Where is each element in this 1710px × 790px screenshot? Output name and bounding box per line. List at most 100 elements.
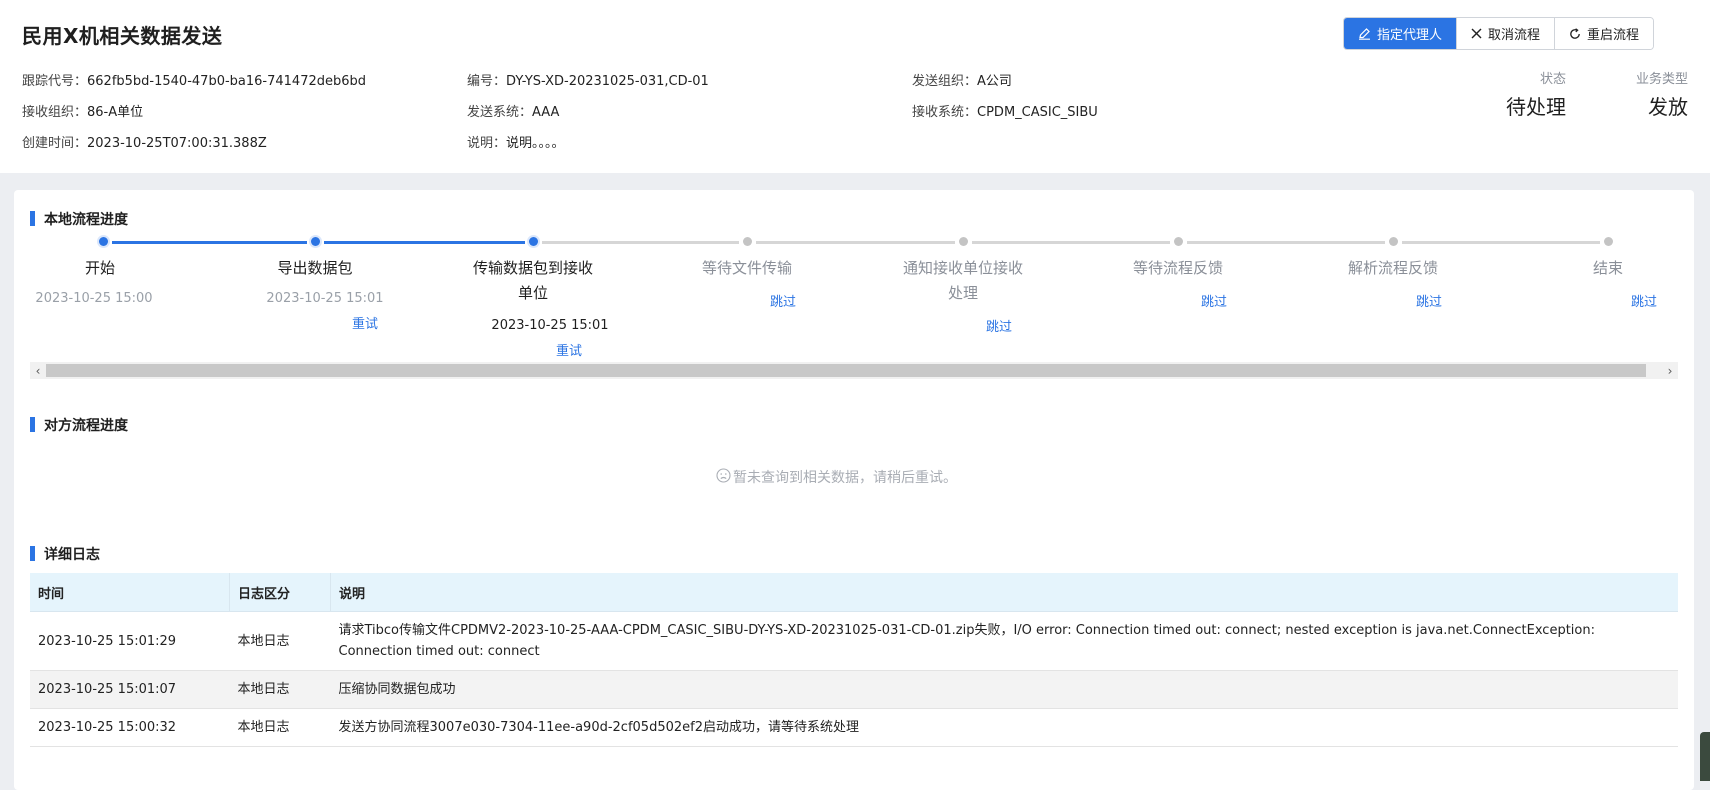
restart-process-button[interactable]: 重启流程 [1554, 18, 1654, 49]
row-kind: 本地日志 [229, 708, 331, 747]
recv-org-field: 接收组织：86-A单位 [22, 101, 143, 120]
close-icon [1471, 28, 1482, 39]
tracking-code-label: 跟踪代号： [22, 74, 88, 89]
scroll-right-icon[interactable]: › [1662, 362, 1678, 379]
status-stat: 状态 待处理 [1470, 68, 1566, 120]
log-table: 时间 日志区分 说明 2023-10-25 15:01:29 本地日志 请求Ti… [30, 573, 1678, 747]
assign-agent-label: 指定代理人 [1377, 28, 1443, 43]
description-field: 说明：说明。。。。 [467, 132, 565, 151]
step-dot [743, 237, 752, 246]
recv-system-field: 接收系统：CPDM_CASIC_SIBU [912, 101, 1098, 120]
step-title-line: 处理 [947, 284, 978, 302]
step-skip-link[interactable]: 跳过 [1416, 291, 1442, 310]
step-connector [972, 241, 1170, 244]
step-time: 2023-10-25 15:00 [35, 291, 153, 306]
step-title: 等待流程反馈 [1132, 259, 1223, 277]
detail-log-title: 详细日志 [30, 544, 100, 564]
column-header-time[interactable]: 时间 [30, 573, 230, 612]
step-skip-link[interactable]: 跳过 [1631, 291, 1657, 310]
scroll-left-icon[interactable]: ‹ [30, 362, 46, 379]
step-retry-link[interactable]: 重试 [352, 313, 378, 332]
description-value: 说明。。。。 [506, 136, 565, 151]
step-connector [1187, 241, 1385, 244]
page-header: 民用X机相关数据发送 指定代理人 取消流程 重启流程 跟踪代号：662fb5bd… [0, 0, 1710, 173]
recv-org-value: 86-A单位 [87, 105, 144, 120]
table-row[interactable]: 2023-10-25 15:00:32 本地日志 发送方协同流程3007e030… [30, 708, 1678, 747]
steps-scrollbar[interactable]: ‹ › [30, 362, 1678, 379]
description-label: 说明： [467, 136, 507, 151]
number-label: 编号： [467, 74, 507, 89]
row-desc: 发送方协同流程3007e030-7304-11ee-a90d-2cf05d502… [330, 708, 1678, 747]
step-dot [1389, 237, 1398, 246]
local-progress-title: 本地流程进度 [30, 209, 128, 229]
step-title-line: 传输数据包到接收 [472, 259, 593, 277]
recv-system-value: CPDM_CASIC_SIBU [977, 105, 1098, 120]
step-title: 开始 [84, 259, 115, 277]
empty-text: 暂未查询到相关数据，请稍后重试。 [733, 470, 957, 486]
step-skip-link[interactable]: 跳过 [770, 291, 796, 310]
created-time-field: 创建时间：2023-10-25T07:00:31.388Z [22, 132, 267, 151]
restart-process-label: 重启流程 [1587, 28, 1640, 43]
assign-agent-button[interactable]: 指定代理人 [1344, 18, 1457, 49]
step-dot [311, 237, 320, 246]
step-title: 传输数据包到接收 单位 [458, 256, 608, 306]
scrollbar-thumb[interactable] [46, 364, 1646, 377]
step-title: 解析流程反馈 [1347, 259, 1438, 277]
number-value: DY-YS-XD-20231025-031,CD-01 [506, 74, 709, 89]
step-retry-link[interactable]: 重试 [556, 340, 582, 359]
created-time-value: 2023-10-25T07:00:31.388Z [87, 136, 267, 151]
send-system-label: 发送系统： [467, 105, 533, 120]
send-system-value: AAA [532, 105, 560, 120]
step-dot [529, 237, 538, 246]
cancel-process-button[interactable]: 取消流程 [1456, 18, 1555, 49]
recv-system-label: 接收系统： [912, 105, 978, 120]
step-title: 导出数据包 [277, 259, 353, 277]
column-header-desc[interactable]: 说明 [330, 573, 1678, 612]
edit-icon [1358, 27, 1371, 40]
step-title: 等待文件传输 [701, 259, 792, 277]
row-time: 2023-10-25 15:01:29 [30, 611, 230, 671]
row-time: 2023-10-25 15:01:07 [30, 670, 230, 709]
step-connector [112, 241, 307, 244]
send-org-field: 发送组织：A公司 [912, 70, 1012, 89]
sad-face-icon [716, 467, 731, 487]
send-system-field: 发送系统：AAA [467, 101, 559, 120]
send-org-value: A公司 [977, 74, 1012, 89]
step-skip-link[interactable]: 跳过 [1201, 291, 1227, 310]
step-connector [756, 241, 955, 244]
step-title: 通知接收单位接收 处理 [888, 256, 1038, 306]
tracking-code: 跟踪代号：662fb5bd-1540-47b0-ba16-741472deb6b… [22, 70, 366, 89]
cancel-process-label: 取消流程 [1488, 28, 1541, 43]
row-time: 2023-10-25 15:00:32 [30, 708, 230, 747]
row-kind: 本地日志 [229, 611, 331, 671]
step-time: 2023-10-25 15:01 [266, 291, 384, 306]
row-kind: 本地日志 [229, 670, 331, 709]
table-row[interactable]: 2023-10-25 15:01:29 本地日志 请求Tibco传输文件CPDM… [30, 611, 1678, 671]
row-desc: 压缩协同数据包成功 [330, 670, 1678, 709]
biz-type-label: 业务类型 [1635, 72, 1688, 87]
step-dot [959, 237, 968, 246]
table-row[interactable]: 2023-10-25 15:01:07 本地日志 压缩协同数据包成功 [30, 670, 1678, 709]
action-button-group: 指定代理人 取消流程 重启流程 [1343, 17, 1655, 50]
step-title-line: 单位 [517, 284, 548, 302]
tracking-code-value: 662fb5bd-1540-47b0-ba16-741472deb6bd [87, 74, 367, 89]
recv-org-label: 接收组织： [22, 105, 88, 120]
step-connector [542, 241, 739, 244]
log-table-header: 时间 日志区分 说明 [30, 573, 1678, 612]
column-header-kind[interactable]: 日志区分 [229, 573, 331, 612]
step-skip-link[interactable]: 跳过 [986, 316, 1012, 335]
number-field: 编号：DY-YS-XD-20231025-031,CD-01 [467, 70, 709, 89]
page-title: 民用X机相关数据发送 [22, 24, 223, 48]
step-title: 结束 [1592, 259, 1623, 277]
step-dot [1174, 237, 1183, 246]
step-connector [1402, 241, 1600, 244]
remote-progress-title: 对方流程进度 [30, 415, 128, 435]
refresh-icon [1569, 27, 1581, 40]
status-label: 状态 [1539, 72, 1566, 87]
biz-type-stat: 业务类型 发放 [1590, 68, 1688, 120]
step-connector [324, 241, 525, 244]
step-time: 2023-10-25 15:01 [491, 318, 609, 333]
side-widget[interactable] [1700, 732, 1710, 781]
biz-type-value: 发放 [1648, 95, 1688, 119]
row-desc: 请求Tibco传输文件CPDMV2-2023-10-25-AAA-CPDM_CA… [330, 611, 1678, 671]
